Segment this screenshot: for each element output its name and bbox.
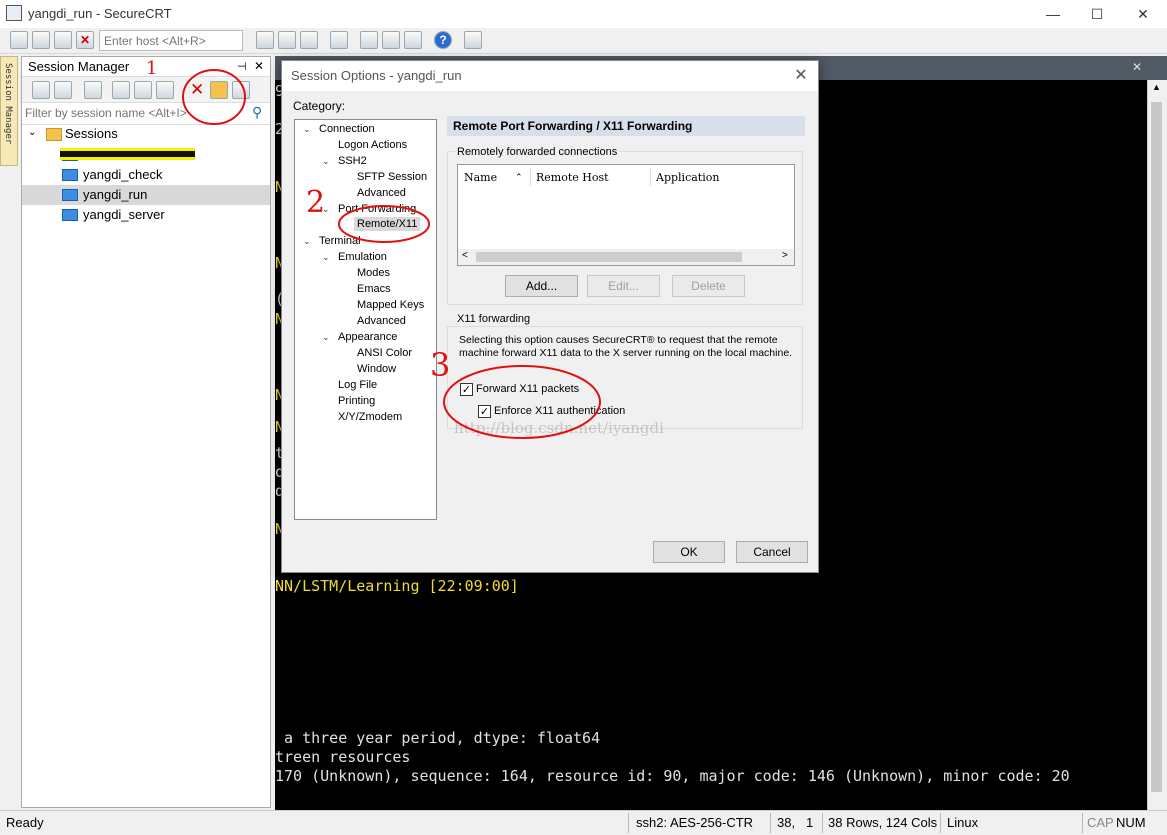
annotation-number-2: 2 [306,185,325,220]
annotation-number-3: 3 [430,346,450,384]
annotation-number-1: 1 [146,58,157,79]
annotation-layer: 1 2 3 [146,58,601,439]
annotation-circle-2 [338,205,430,243]
annotation-circle-1 [182,69,246,125]
annotation-circle-3 [443,365,601,439]
